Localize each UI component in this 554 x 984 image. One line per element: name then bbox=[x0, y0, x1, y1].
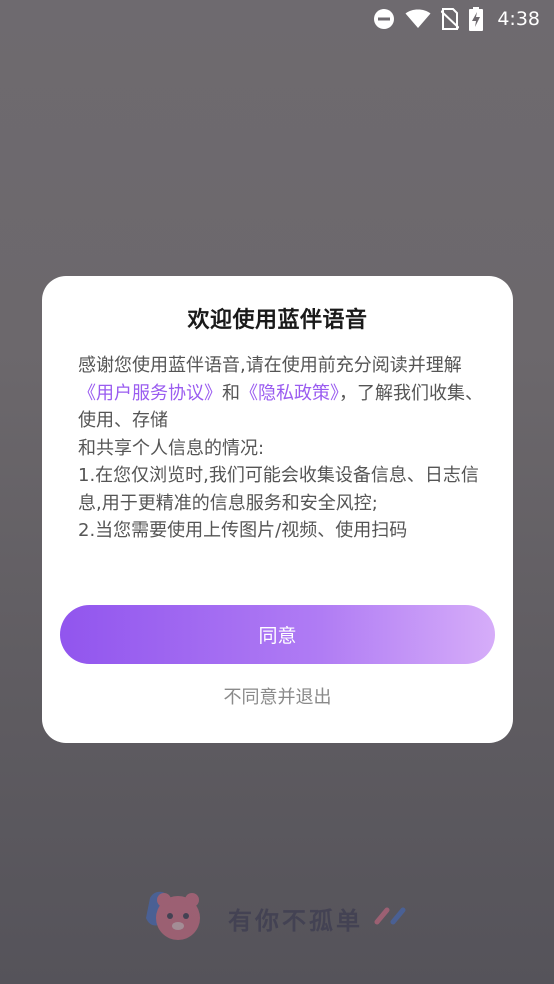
and-text: 和 bbox=[222, 382, 240, 404]
status-time: 4:38 bbox=[497, 8, 540, 30]
brand-slogan: 有你不孤单 bbox=[228, 906, 363, 935]
privacy-policy-link[interactable]: 《隐私政策》 bbox=[240, 383, 339, 404]
wifi-icon bbox=[405, 9, 431, 29]
brand-stripes-icon bbox=[373, 906, 409, 930]
app-screen: 4:38 欢迎使用蓝伴语音 感谢您使用蓝伴语音,请在使用前充分阅读并理解《用户服… bbox=[0, 0, 554, 984]
disagree-exit-button[interactable]: 不同意并退出 bbox=[42, 683, 513, 709]
intro-paragraph: 感谢您使用蓝伴语音,请在使用前充分阅读并理解《用户服务协议》和《隐私政策》，了解… bbox=[78, 352, 483, 435]
agree-button[interactable]: 同意 bbox=[60, 605, 495, 664]
battery-charging-icon bbox=[469, 7, 484, 31]
policy-item-1: 1.在您仅浏览时,我们可能会收集设备信息、日志信息,用于更精准的信息服务和安全风… bbox=[78, 465, 479, 514]
intro-text: 感谢您使用蓝伴语音,请在使用前充分阅读并理解 bbox=[78, 355, 462, 376]
privacy-dialog: 欢迎使用蓝伴语音 感谢您使用蓝伴语音,请在使用前充分阅读并理解《用户服务协议》和… bbox=[42, 276, 513, 743]
mascot-logo-icon bbox=[140, 888, 218, 948]
dialog-body: 感谢您使用蓝伴语音,请在使用前充分阅读并理解《用户服务协议》和《隐私政策》，了解… bbox=[78, 352, 483, 545]
user-agreement-link[interactable]: 《用户服务协议》 bbox=[78, 383, 222, 404]
share-info-line: 和共享个人信息的情况: bbox=[78, 437, 265, 459]
dialog-title: 欢迎使用蓝伴语音 bbox=[187, 308, 368, 333]
do-not-disturb-icon bbox=[373, 8, 395, 30]
no-sim-icon bbox=[441, 8, 460, 30]
brand-footer: 有你不孤单 bbox=[140, 888, 409, 948]
status-bar: 4:38 bbox=[0, 0, 554, 38]
policy-item-2: 2.当您需要使用上传图片/视频、使用扫码 bbox=[78, 520, 408, 541]
